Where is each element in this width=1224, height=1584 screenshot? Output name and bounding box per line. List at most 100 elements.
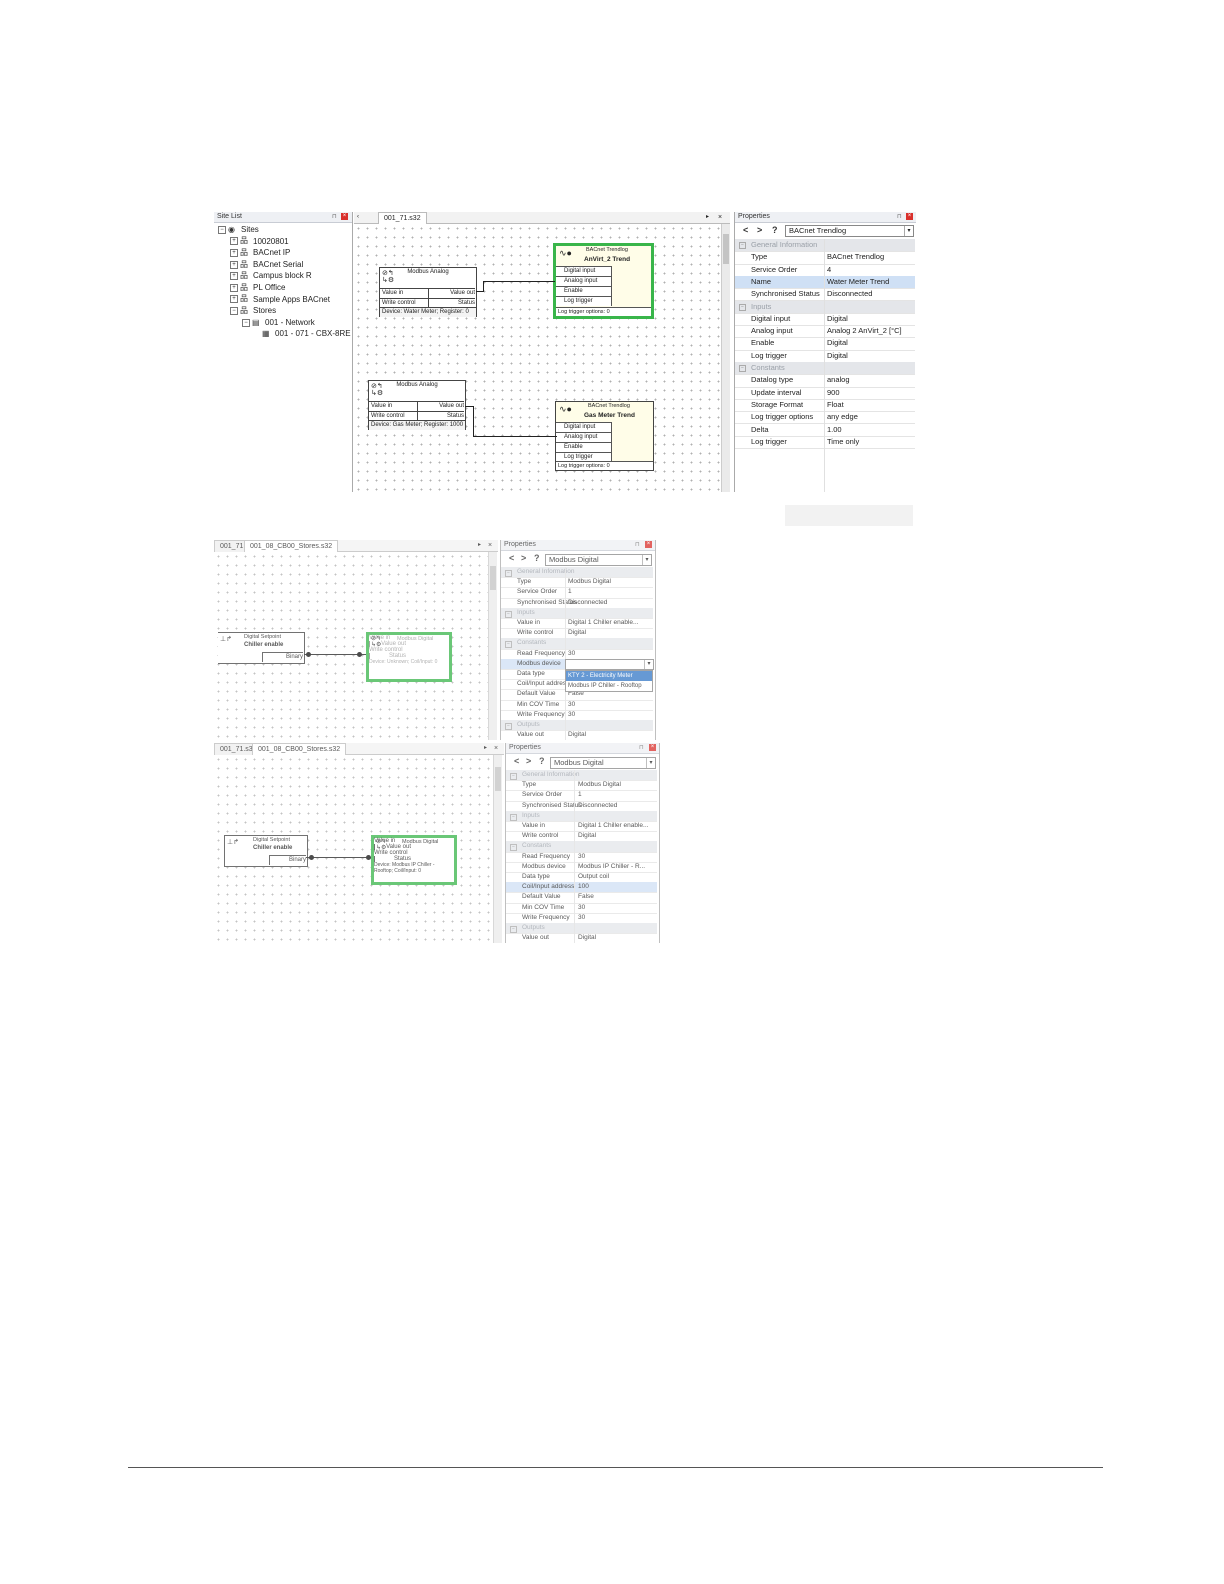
object-selector[interactable]: Modbus Digital ▾	[550, 757, 656, 769]
modbus-digital-block[interactable]: ⊘↰ ↳⚙ Modbus Digital Value in Value out W…	[366, 632, 452, 682]
property-value[interactable]: BACnet Trendlog	[827, 251, 884, 263]
pin-icon[interactable]: ⊓	[897, 212, 902, 222]
forward-icon[interactable]: >	[526, 756, 531, 766]
close-icon[interactable]: ×	[645, 541, 652, 548]
property-value[interactable]: Modbus Digital	[568, 577, 611, 587]
property-row[interactable]: Storage Format Float	[735, 399, 915, 413]
property-value[interactable]: 30	[578, 913, 585, 923]
bacnet-trendlog-block[interactable]: ∿● BACnet Trendlog AnVirt_2 Trend Digita…	[553, 243, 654, 319]
property-value[interactable]: Digital	[578, 933, 596, 943]
collapse-icon[interactable]: −	[505, 723, 512, 730]
back-icon[interactable]: <	[509, 553, 514, 563]
pin-icon[interactable]: ⊓	[332, 212, 337, 222]
property-value[interactable]: 1.00	[827, 424, 842, 436]
tab-menu-icon[interactable]: ▸	[484, 743, 487, 754]
object-selector[interactable]: Modbus Digital ▾	[545, 554, 652, 566]
property-value[interactable]: Disconnected	[578, 801, 617, 811]
chevron-down-icon[interactable]: ▾	[642, 555, 651, 565]
property-value[interactable]: 900	[827, 387, 840, 399]
property-value[interactable]: Digital	[827, 350, 848, 362]
value-in-port[interactable]: Value in	[369, 401, 417, 411]
binary-out-port[interactable]: Binary	[269, 855, 306, 865]
expand-icon[interactable]: +	[230, 237, 238, 246]
wire[interactable]	[483, 281, 555, 282]
collapse-icon[interactable]: −	[505, 610, 512, 618]
property-value[interactable]: Digital	[827, 313, 848, 325]
scrollbar-thumb[interactable]	[723, 234, 729, 264]
expand-icon[interactable]: +	[230, 272, 238, 281]
modbus-analog-block[interactable]: Modbus Analog ⊘↰ ↳⚙ Value in Value out Wr…	[368, 380, 466, 430]
expand-icon[interactable]: +	[230, 283, 238, 292]
property-value[interactable]: Digital	[578, 831, 596, 841]
collapse-icon[interactable]: −	[510, 773, 517, 780]
collapse-icon[interactable]: −	[505, 641, 512, 649]
modbus-digital-block[interactable]: ⊘↰ ↳⚙ Modbus Digital Value in Value out W…	[371, 835, 457, 885]
collapse-icon[interactable]: −	[739, 365, 746, 372]
property-value[interactable]: 1	[578, 790, 582, 800]
property-row[interactable]: Delta 1.00	[735, 424, 915, 437]
expand-icon[interactable]: +	[230, 295, 238, 304]
tab-menu-icon[interactable]: ▸	[706, 212, 709, 223]
property-value[interactable]: 30	[578, 903, 585, 913]
property-value[interactable]: Time only	[827, 436, 859, 448]
analog-input-port[interactable]: Analog input	[556, 276, 612, 286]
expand-icon[interactable]: +	[230, 260, 238, 269]
property-value[interactable]: 30	[568, 710, 575, 720]
property-row[interactable]: Analog input Analog 2 AnVirt_2 [°C]	[735, 325, 915, 339]
property-row[interactable]: Type BACnet Trendlog	[735, 251, 915, 265]
property-row[interactable]: Datalog type analog	[735, 374, 915, 388]
property-value[interactable]: 1	[568, 587, 572, 597]
tree-item-site[interactable]: + 品 Campus block R	[218, 270, 351, 282]
property-row[interactable]: Enable Digital	[735, 337, 915, 351]
tree-item-network[interactable]: − ▤ 001 - Network	[218, 317, 351, 329]
option-chiller[interactable]: Modbus IP Chiller - Rooftop	[566, 681, 652, 691]
digital-input-port[interactable]: Digital input	[556, 266, 612, 276]
tree-item-sites[interactable]: − ◉ Sites	[218, 224, 351, 236]
back-icon[interactable]: <	[514, 756, 519, 766]
canvas-scrollbar[interactable]	[488, 552, 497, 740]
tab-stores[interactable]: 001_08_CB00_Stores.s32	[244, 540, 339, 552]
property-section[interactable]: − General Information	[735, 239, 915, 253]
tree-item-site[interactable]: + 品 PL Office	[218, 282, 351, 294]
value-in-port[interactable]: Value in	[380, 288, 428, 298]
tree-item-site[interactable]: + 品 BACnet IP	[218, 247, 351, 259]
canvas-scrollbar[interactable]	[721, 224, 730, 492]
property-row[interactable]: Value out Digital	[506, 933, 657, 943]
tree-item-site[interactable]: + 品 Sample Apps BACnet	[218, 294, 351, 306]
enable-port[interactable]: Enable	[556, 442, 612, 452]
chevron-down-icon[interactable]: ▾	[644, 660, 653, 669]
modbus-device-select[interactable]: ▾	[565, 659, 654, 670]
property-value[interactable]: Modbus Digital	[578, 780, 621, 790]
tab-stores[interactable]: 001_08_CB00_Stores.s32	[252, 743, 347, 755]
property-value[interactable]: Water Meter Trend	[827, 276, 889, 288]
collapse-icon[interactable]: −	[242, 318, 250, 327]
property-row[interactable]: Log trigger Time only	[735, 436, 915, 450]
property-row[interactable]: Service Order 4	[735, 264, 915, 277]
close-icon[interactable]: ×	[906, 213, 913, 220]
pin-icon[interactable]: ⊓	[639, 743, 644, 753]
help-icon[interactable]: ?	[539, 756, 545, 766]
tab-menu-icon[interactable]: ▸	[478, 540, 481, 551]
chevron-down-icon[interactable]: ▾	[904, 226, 913, 236]
property-value[interactable]: Digital	[568, 730, 586, 740]
close-icon[interactable]: ×	[494, 743, 498, 754]
property-value[interactable]: 30	[568, 649, 575, 659]
forward-icon[interactable]: >	[757, 225, 762, 235]
property-value[interactable]: 4	[827, 264, 831, 276]
digital-input-port[interactable]: Digital input	[556, 422, 612, 432]
scrollbar-thumb[interactable]	[490, 566, 496, 590]
scrollbar-thumb[interactable]	[495, 767, 501, 791]
close-icon[interactable]: ×	[341, 213, 348, 220]
digital-setpoint-block[interactable]: ⊥↱ Digital Setpoint Chiller enable Binar…	[224, 835, 308, 867]
close-icon[interactable]: ×	[649, 744, 656, 751]
object-selector[interactable]: BACnet Trendlog ▾	[785, 225, 914, 237]
property-row[interactable]: Digital input Digital	[735, 313, 915, 327]
property-section[interactable]: − Inputs	[735, 300, 915, 314]
binary-out-port[interactable]: Binary	[262, 652, 303, 662]
property-value[interactable]: analog	[827, 374, 850, 386]
wire[interactable]	[483, 281, 484, 292]
property-value[interactable]: any edge	[827, 411, 858, 423]
close-icon[interactable]: ×	[718, 212, 722, 223]
back-icon[interactable]: <	[743, 225, 748, 235]
property-row[interactable]: Log trigger Digital	[735, 350, 915, 363]
